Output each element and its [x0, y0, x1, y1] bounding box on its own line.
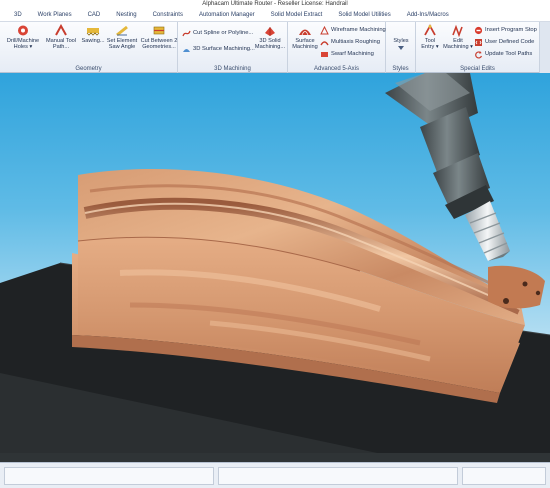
tab-constraints[interactable]: Constraints: [145, 12, 191, 18]
styles-icon: [398, 46, 404, 51]
ribbon-group-styles: Styles Styles: [386, 22, 416, 73]
status-cell-left: [4, 467, 214, 485]
multiaxis-icon: [320, 40, 329, 45]
cut-between-geometries-button[interactable]: Cut Between 2 Geometries...: [140, 24, 178, 51]
edit-machining-button[interactable]: Edit Machining ▾: [443, 24, 473, 51]
group-label-styles: Styles: [392, 66, 409, 72]
ribbon-group-3d-machining: Cut Spline or Polyline... 3D Surface Mac…: [178, 22, 288, 73]
window-title: Alphacam Ultimate Router - Reseller Lice…: [0, 0, 550, 8]
tab-solid-model-extract[interactable]: Solid Model Extract: [263, 12, 331, 18]
3d-viewport[interactable]: [0, 73, 550, 462]
group-label-special-edits: Special Edits: [460, 66, 495, 72]
group-label-geometry: Geometry: [75, 66, 102, 72]
insert-program-stop-button[interactable]: Insert Program Stop: [474, 25, 537, 35]
3d-solid-machining-button[interactable]: 3D Solid Machining...: [254, 24, 286, 51]
status-bar: [0, 462, 550, 488]
ribbon-group-advanced-5-axis: Surface Machining Wireframe Machining Mu…: [288, 22, 386, 73]
group-label-3d-machining: 3D Machining: [214, 66, 251, 72]
set-element-saw-angle-button[interactable]: Set Element Saw Angle: [106, 24, 138, 51]
ribbon: Drill/Machine Holes ▾ Manual Tool Path..…: [0, 21, 550, 73]
saw-icon: [86, 28, 100, 36]
floor-highlight: [0, 453, 550, 462]
manual-tool-path-button[interactable]: Manual Tool Path...: [44, 24, 78, 51]
surface-machining-button[interactable]: Surface Machining: [290, 24, 320, 51]
sawing-button[interactable]: Sawing...: [80, 24, 106, 44]
drill-icon: [18, 25, 28, 36]
swarf-icon: [321, 51, 328, 57]
tab-add-ins-macros[interactable]: Add-Ins/Macros: [399, 12, 457, 18]
surface-icon: [183, 48, 190, 52]
scene-svg: [0, 73, 550, 462]
ribbon-overflow-edge: [540, 22, 550, 73]
3d-surface-machining-button[interactable]: 3D Surface Machining...: [182, 44, 255, 54]
tab-work-planes[interactable]: Work Planes: [30, 12, 80, 18]
user-code-icon: [475, 38, 482, 46]
surface-5axis-icon: [299, 29, 311, 36]
wireframe-machining-button[interactable]: Wireframe Machining: [320, 25, 386, 35]
stop-icon: [474, 26, 483, 34]
multiaxis-roughing-button[interactable]: Multiaxis Roughing: [320, 37, 380, 47]
styles-button[interactable]: Styles: [388, 38, 414, 51]
user-defined-code-button[interactable]: User Defined Code: [474, 37, 534, 47]
tab-3d[interactable]: 3D: [6, 12, 30, 18]
cut-spline-polyline-button[interactable]: Cut Spline or Polyline...: [182, 28, 253, 38]
drill-machine-holes-button[interactable]: Drill/Machine Holes ▾: [6, 24, 40, 51]
status-cell-right: [462, 467, 546, 485]
swarf-machining-button[interactable]: Swarf Machining: [320, 49, 374, 59]
tool-entry-button[interactable]: Tool Entry ▾: [418, 24, 442, 51]
update-tool-paths-button[interactable]: Update Tool Paths: [474, 49, 532, 59]
menu-tabs: 3D Work Planes CAD Nesting Constraints A…: [0, 8, 550, 21]
tool-path-icon: [55, 24, 67, 36]
cut-between-icon: [153, 26, 165, 35]
edit-machining-icon: [452, 24, 463, 37]
update-icon: [475, 50, 483, 58]
spline-icon: [182, 30, 191, 36]
tab-cad[interactable]: CAD: [80, 12, 109, 18]
wireframe-icon: [320, 25, 329, 34]
handrail-end-cap: [488, 265, 545, 309]
status-cell-middle: [218, 467, 458, 485]
ribbon-group-geometry: Drill/Machine Holes ▾ Manual Tool Path..…: [0, 22, 178, 73]
tool-entry-icon: [424, 24, 436, 36]
tab-solid-model-utilities[interactable]: Solid Model Utilities: [330, 12, 398, 18]
tab-nesting[interactable]: Nesting: [108, 12, 144, 18]
solid-icon: [265, 27, 275, 36]
saw-angle-icon: [116, 25, 128, 37]
tab-automation-manager[interactable]: Automation Manager: [191, 12, 263, 18]
router-spindle: [385, 73, 494, 219]
ribbon-group-special-edits: Tool Entry ▾ Edit Machining ▾ Insert Pro…: [416, 22, 540, 73]
group-label-advanced-5-axis: Advanced 5-Axis: [313, 66, 360, 72]
